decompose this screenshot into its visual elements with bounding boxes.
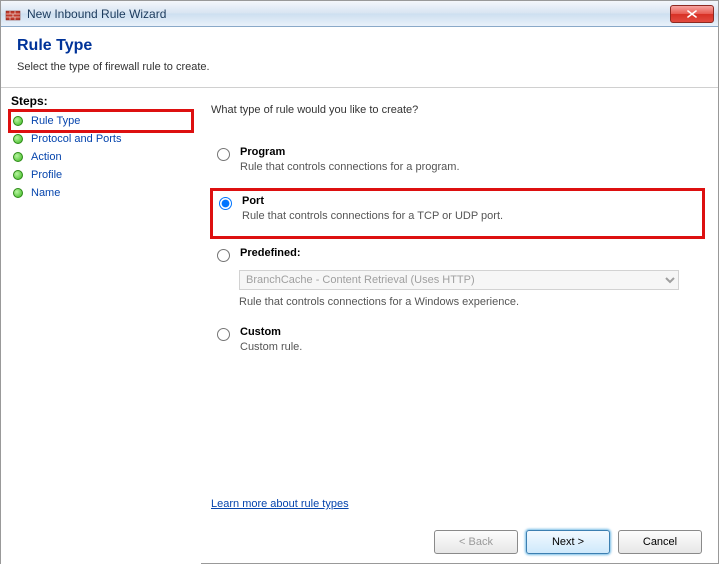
step-protocol-and-ports[interactable]: Protocol and Ports — [11, 130, 191, 148]
rule-type-options: Program Rule that controls connections f… — [211, 144, 702, 365]
bullet-icon — [13, 170, 23, 180]
option-title: Program — [240, 146, 698, 158]
option-desc: Custom rule. — [240, 341, 698, 353]
back-button[interactable]: < Back — [434, 530, 518, 554]
option-program[interactable]: Program Rule that controls connections f… — [213, 144, 702, 185]
step-label: Profile — [31, 169, 62, 181]
step-label: Rule Type — [31, 115, 80, 127]
page-subtitle: Select the type of firewall rule to crea… — [17, 61, 702, 73]
wizard-header: Rule Type Select the type of firewall ru… — [1, 27, 718, 88]
step-name[interactable]: Name — [11, 184, 191, 202]
window-title: New Inbound Rule Wizard — [27, 7, 670, 21]
bullet-icon — [13, 152, 23, 162]
predefined-select-wrap: BranchCache - Content Retrieval (Uses HT… — [239, 270, 679, 290]
wizard-body: Steps: Rule Type Protocol and Ports Acti… — [1, 88, 718, 566]
option-desc: Rule that controls connections for a TCP… — [242, 210, 696, 222]
cancel-button[interactable]: Cancel — [618, 530, 702, 554]
bullet-icon — [13, 188, 23, 198]
steps-heading: Steps: — [11, 94, 191, 108]
main-panel: What type of rule would you like to crea… — [201, 88, 718, 566]
steps-sidebar: Steps: Rule Type Protocol and Ports Acti… — [1, 88, 201, 566]
wizard-buttons: < Back Next > Cancel — [434, 530, 702, 554]
firewall-icon — [5, 6, 21, 22]
predefined-select[interactable]: BranchCache - Content Retrieval (Uses HT… — [239, 270, 679, 290]
step-label: Name — [31, 187, 60, 199]
page-title: Rule Type — [17, 37, 702, 55]
step-label: Action — [31, 151, 62, 163]
option-port[interactable]: Port Rule that controls connections for … — [210, 188, 705, 239]
option-predefined[interactable]: Predefined: — [213, 245, 702, 264]
next-button[interactable]: Next > — [526, 530, 610, 554]
option-title: Predefined: — [240, 247, 698, 259]
radio-custom[interactable] — [217, 328, 230, 341]
close-icon — [687, 7, 697, 21]
prompt-text: What type of rule would you like to crea… — [211, 104, 702, 116]
radio-predefined[interactable] — [217, 249, 230, 262]
bullet-icon — [13, 116, 23, 126]
bullet-icon — [13, 134, 23, 144]
step-action[interactable]: Action — [11, 148, 191, 166]
option-title: Port — [242, 195, 696, 207]
step-label: Protocol and Ports — [31, 133, 122, 145]
titlebar: New Inbound Rule Wizard — [1, 1, 718, 27]
option-custom[interactable]: Custom Custom rule. — [213, 324, 702, 365]
radio-program[interactable] — [217, 148, 230, 161]
step-profile[interactable]: Profile — [11, 166, 191, 184]
predefined-desc: Rule that controls connections for a Win… — [239, 296, 702, 308]
option-title: Custom — [240, 326, 698, 338]
learn-more-link[interactable]: Learn more about rule types — [211, 498, 349, 510]
radio-port[interactable] — [219, 197, 232, 210]
close-button[interactable] — [670, 5, 714, 23]
option-desc: Rule that controls connections for a pro… — [240, 161, 698, 173]
